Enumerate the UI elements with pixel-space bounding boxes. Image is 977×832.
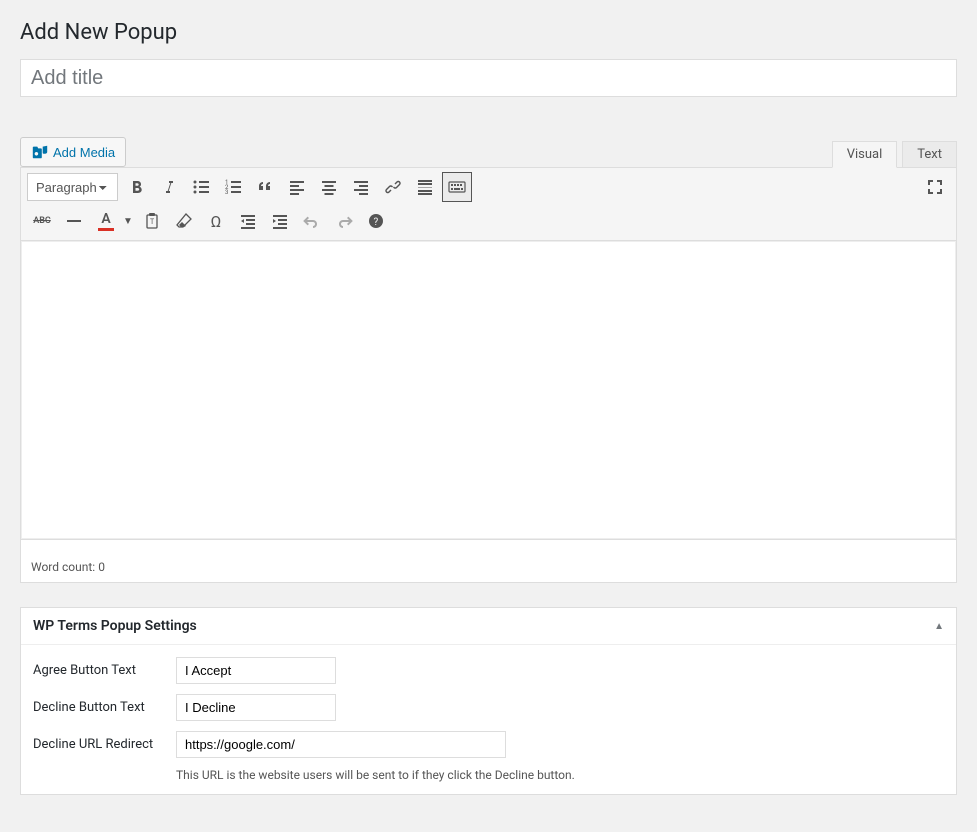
italic-icon bbox=[159, 177, 179, 197]
add-media-label: Add Media bbox=[53, 145, 115, 160]
word-count-label: Word count: bbox=[31, 560, 95, 574]
read-more-icon bbox=[415, 177, 435, 197]
tab-text[interactable]: Text bbox=[902, 141, 957, 168]
indent-button[interactable] bbox=[265, 206, 295, 236]
agree-button-label: Agree Button Text bbox=[33, 663, 168, 678]
editor-statusbar: Word count: 0 bbox=[20, 552, 957, 583]
svg-text:?: ? bbox=[374, 217, 379, 228]
indent-icon bbox=[270, 211, 290, 231]
numbered-list-button[interactable]: 123 bbox=[218, 172, 248, 202]
redo-icon bbox=[334, 211, 354, 231]
decline-redirect-label: Decline URL Redirect bbox=[33, 737, 168, 752]
omega-icon: Ω bbox=[211, 212, 222, 231]
keyboard-icon bbox=[447, 177, 467, 197]
fullscreen-button[interactable] bbox=[920, 172, 950, 202]
page-title: Add New Popup bbox=[20, 20, 957, 45]
editor-toolbar: Paragraph 123 ABC A ▼ T Ω bbox=[20, 167, 957, 240]
read-more-button[interactable] bbox=[410, 172, 440, 202]
bulleted-list-icon bbox=[191, 177, 211, 197]
bold-icon bbox=[127, 177, 147, 197]
text-color-button[interactable]: A ▼ bbox=[91, 206, 135, 236]
help-icon: ? bbox=[366, 211, 386, 231]
align-center-button[interactable] bbox=[314, 172, 344, 202]
clipboard-icon: T bbox=[142, 211, 162, 231]
metabox-header[interactable]: WP Terms Popup Settings ▲ bbox=[21, 608, 956, 645]
link-icon bbox=[383, 177, 403, 197]
align-right-button[interactable] bbox=[346, 172, 376, 202]
decline-redirect-help: This URL is the website users will be se… bbox=[176, 768, 944, 782]
svg-text:3: 3 bbox=[225, 189, 228, 196]
align-center-icon bbox=[319, 177, 339, 197]
undo-icon bbox=[302, 211, 322, 231]
decline-redirect-input[interactable] bbox=[176, 731, 506, 758]
format-select[interactable]: Paragraph bbox=[27, 173, 118, 201]
blockquote-icon bbox=[255, 177, 275, 197]
decline-button-label: Decline Button Text bbox=[33, 700, 168, 715]
align-left-icon bbox=[287, 177, 307, 197]
outdent-button[interactable] bbox=[233, 206, 263, 236]
special-char-button[interactable]: Ω bbox=[201, 206, 231, 236]
horizontal-rule-button[interactable] bbox=[59, 206, 89, 236]
editor-tabs: Visual Text bbox=[827, 141, 957, 168]
fullscreen-icon bbox=[925, 177, 945, 197]
bold-button[interactable] bbox=[122, 172, 152, 202]
svg-text:T: T bbox=[150, 218, 155, 226]
align-left-button[interactable] bbox=[282, 172, 312, 202]
toolbar-toggle-button[interactable] bbox=[442, 172, 472, 202]
strikethrough-icon: ABC bbox=[33, 216, 51, 226]
collapse-icon: ▲ bbox=[934, 621, 944, 632]
paste-text-button[interactable]: T bbox=[137, 206, 167, 236]
add-media-button[interactable]: Add Media bbox=[20, 137, 126, 167]
word-count-value: 0 bbox=[98, 560, 105, 574]
hr-icon bbox=[64, 211, 84, 231]
text-color-dropdown[interactable]: ▼ bbox=[121, 206, 135, 236]
metabox-title: WP Terms Popup Settings bbox=[33, 618, 197, 634]
eraser-icon bbox=[174, 211, 194, 231]
settings-metabox: WP Terms Popup Settings ▲ Agree Button T… bbox=[20, 607, 957, 795]
strikethrough-button[interactable]: ABC bbox=[27, 206, 57, 236]
title-input[interactable] bbox=[20, 59, 957, 97]
undo-button[interactable] bbox=[297, 206, 327, 236]
numbered-list-icon: 123 bbox=[223, 177, 243, 197]
outdent-icon bbox=[238, 211, 258, 231]
content-editable[interactable] bbox=[21, 241, 956, 539]
help-button[interactable]: ? bbox=[361, 206, 391, 236]
clear-formatting-button[interactable] bbox=[169, 206, 199, 236]
blockquote-button[interactable] bbox=[250, 172, 280, 202]
italic-button[interactable] bbox=[154, 172, 184, 202]
align-right-icon bbox=[351, 177, 371, 197]
camera-music-icon bbox=[31, 143, 49, 161]
editor-content-area bbox=[20, 240, 957, 540]
agree-button-input[interactable] bbox=[176, 657, 336, 684]
bulleted-list-button[interactable] bbox=[186, 172, 216, 202]
link-button[interactable] bbox=[378, 172, 408, 202]
decline-button-input[interactable] bbox=[176, 694, 336, 721]
tab-visual[interactable]: Visual bbox=[832, 141, 898, 168]
redo-button[interactable] bbox=[329, 206, 359, 236]
text-color-icon: A bbox=[91, 206, 121, 236]
